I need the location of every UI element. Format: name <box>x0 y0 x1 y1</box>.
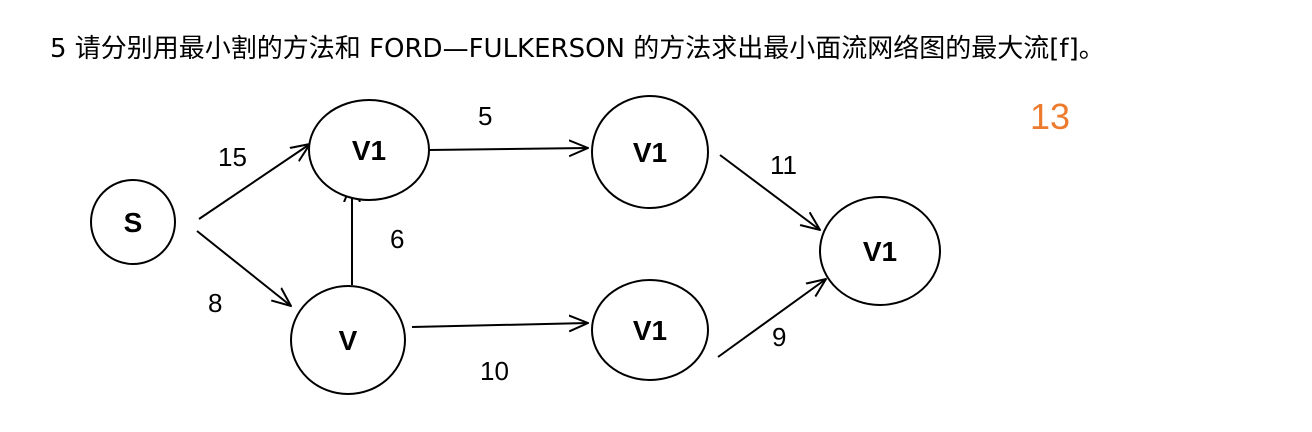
node-a: V1 <box>308 99 430 201</box>
edges-layer <box>196 144 826 358</box>
node-label-c: V1 <box>633 315 667 346</box>
edge-capacity-a-b: 5 <box>478 101 492 131</box>
nodes-layer: S V1 V1 V V1 V1 <box>90 95 941 395</box>
node-label-a: V1 <box>352 135 386 166</box>
node-c: V1 <box>591 279 709 381</box>
node-label-v: V <box>339 325 358 356</box>
edge-capacity-c-t: 9 <box>772 322 786 352</box>
edge-capacity-b-t: 11 <box>770 150 797 180</box>
edge-capacity-s-a: 15 <box>218 142 247 172</box>
node-label-t: V1 <box>863 236 897 267</box>
edge-arrow-s-a <box>198 144 310 220</box>
flow-network-diagram: S V1 V1 V V1 V1 15 8 6 5 10 11 9 <box>90 95 941 395</box>
edge-capacity-v-c: 10 <box>480 356 509 386</box>
node-v: V <box>290 285 406 395</box>
node-label-b: V1 <box>633 137 667 168</box>
edge-arrow-a-b <box>428 148 588 150</box>
edge-arrow-v-c <box>411 323 588 327</box>
node-s: S <box>90 179 176 265</box>
node-label-s: S <box>124 207 143 238</box>
answer-value: 13 <box>1030 96 1071 137</box>
node-b: V1 <box>591 95 709 209</box>
edge-capacity-s-v: 8 <box>208 288 222 318</box>
edge-capacity-v-a: 6 <box>390 224 404 254</box>
node-t: V1 <box>819 196 941 306</box>
